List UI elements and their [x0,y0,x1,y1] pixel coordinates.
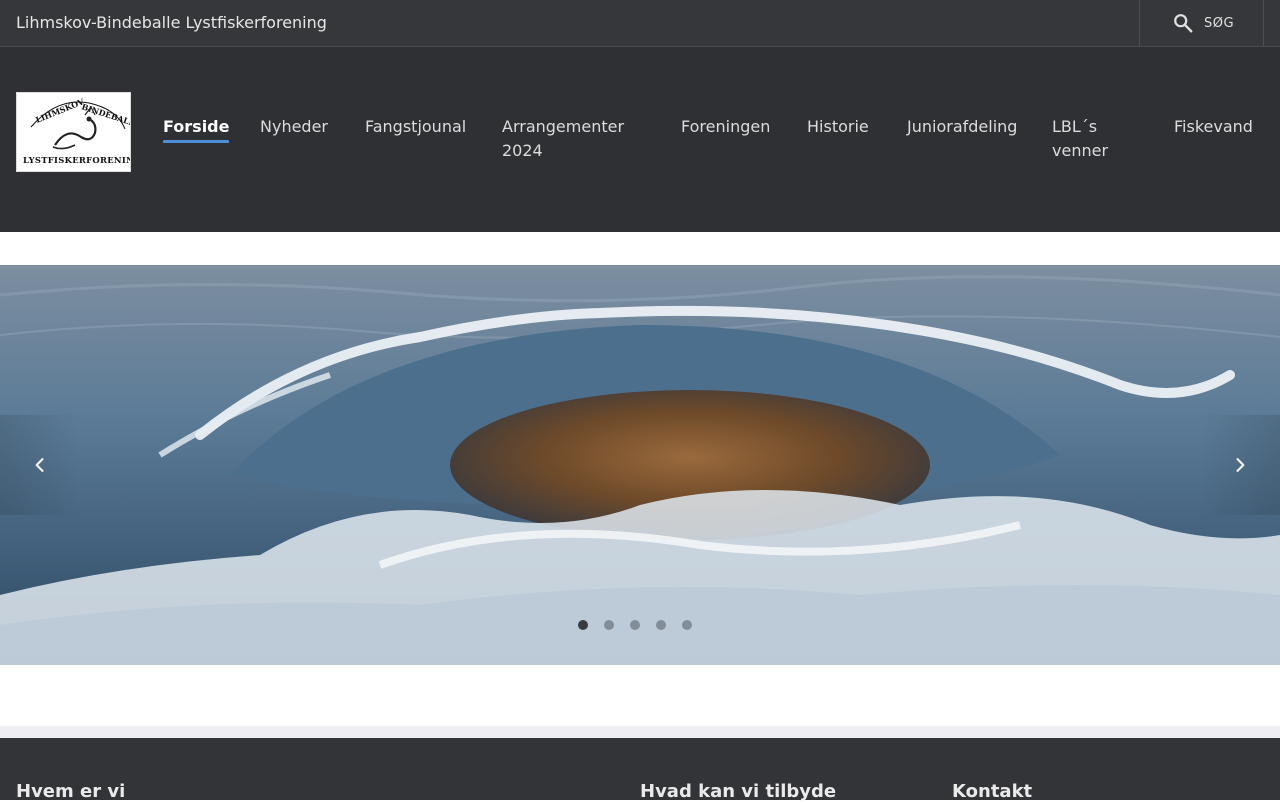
site-logo[interactable]: LIHMSKOV BINDEBALLE LYSTFISKERFORENING [16,92,131,172]
logo-graphic: LIHMSKOV BINDEBALLE LYSTFISKERFORENING [17,93,131,171]
top-bar: Lihmskov-Bindeballe Lystfiskerforening S… [0,0,1280,47]
search-button[interactable]: SØG [1139,0,1264,46]
svg-text:LYSTFISKERFORENING: LYSTFISKERFORENING [23,155,131,165]
nav-item-foreningen[interactable]: Foreningen [681,115,770,139]
nav-item-lbl-venner[interactable]: LBL´s venner [1052,115,1132,163]
hero-slider[interactable] [0,265,1280,665]
nav-item-forside[interactable]: Forside [163,115,230,143]
nav-item-historie[interactable]: Historie [807,115,869,139]
hero-image [0,265,1280,665]
slider-dot-4[interactable] [656,620,666,630]
slider-dot-5[interactable] [682,620,692,630]
slider-prev-button[interactable] [0,415,80,515]
nav-item-fiskevand[interactable]: Fiskevand [1174,115,1253,139]
footer: Hvem er vi Hvad kan vi tilbyde Kontakt [0,738,1280,802]
search-icon [1174,14,1193,33]
chevron-left-icon [35,458,44,472]
site-title[interactable]: Lihmskov-Bindeballe Lystfiskerforening [16,12,327,34]
nav-item-arrangementer[interactable]: Arrangementer 2024 [502,115,642,163]
nav-item-juniorafdeling[interactable]: Juniorafdeling [907,115,1017,139]
chevron-right-icon [1236,458,1245,472]
nav-item-nyheder[interactable]: Nyheder [260,115,328,139]
section-divider [0,726,1280,738]
main-header: LIHMSKOV BINDEBALLE LYSTFISKERFORENING F… [0,47,1280,232]
footer-heading-tilbyde: Hvad kan vi tilbyde [640,781,837,802]
slider-dot-3[interactable] [630,620,640,630]
footer-heading-hvem-er-vi: Hvem er vi [16,781,126,802]
search-label: SØG [1204,15,1235,31]
slider-dot-2[interactable] [604,620,614,630]
nav-item-fangstjounal[interactable]: Fangstjounal [365,115,466,139]
slider-next-button[interactable] [1200,415,1280,515]
slider-dots [578,620,692,630]
slider-dot-1[interactable] [578,620,588,630]
footer-heading-kontakt: Kontakt [952,781,1033,802]
